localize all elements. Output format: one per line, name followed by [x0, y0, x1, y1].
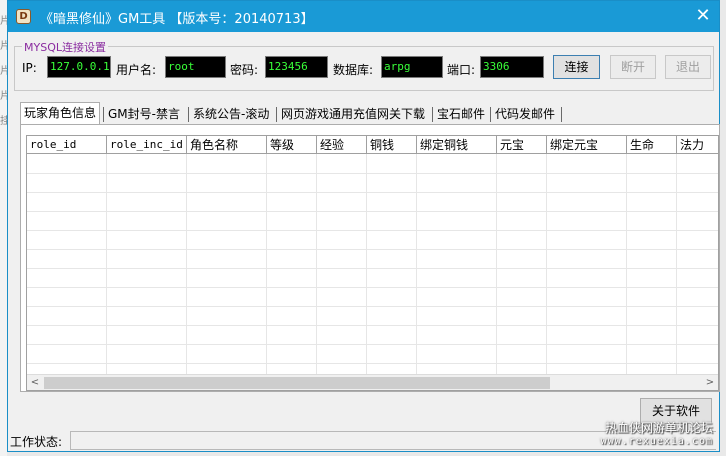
column-header[interactable]: 绑定铜钱	[417, 136, 497, 154]
grid-header: role_id role_inc_id 角色名称 等级 经验 铜钱 绑定铜钱 元…	[27, 136, 718, 154]
grid-column-line	[676, 154, 677, 374]
tab-separator	[561, 107, 562, 122]
column-header[interactable]: 绑定元宝	[547, 136, 627, 154]
grid-column-line	[416, 154, 417, 374]
disconnect-button[interactable]: 断开	[610, 55, 656, 79]
grid-column-line	[316, 154, 317, 374]
column-header[interactable]: 角色名称	[187, 136, 267, 154]
grid-column-line	[266, 154, 267, 374]
role-data-grid[interactable]: role_id role_inc_id 角色名称 等级 经验 铜钱 绑定铜钱 元…	[26, 135, 719, 391]
port-input[interactable]: 3306	[480, 56, 544, 78]
grid-row-line	[27, 192, 718, 193]
port-label: 端口:	[447, 63, 476, 77]
grid-column-line	[366, 154, 367, 374]
connect-button[interactable]: 连接	[553, 55, 600, 79]
grid-row-line	[27, 325, 718, 326]
password-input[interactable]: 123456	[265, 56, 328, 78]
grid-row-line	[27, 211, 718, 212]
grid-column-line	[546, 154, 547, 374]
grid-row-line	[27, 249, 718, 250]
grid-row-line	[27, 287, 718, 288]
gm-tool-window: D 《暗黑修仙》GM工具 【版本号：20140713】 ✕ MYSQL连接设置 …	[7, 0, 720, 452]
app-icon: D	[16, 9, 31, 24]
tab-separator	[188, 107, 189, 122]
grid-row-line	[27, 306, 718, 307]
watermark-text: 热血侠网游单机论坛	[604, 421, 713, 435]
background-desktop-strip: 片 片 片 片 挂	[0, 0, 10, 456]
column-header[interactable]: 铜钱	[367, 136, 417, 154]
tab-code-send-mail[interactable]: 代码发邮件	[492, 104, 558, 124]
horizontal-scrollbar[interactable]: < >	[27, 374, 718, 390]
column-header[interactable]: role_inc_id	[107, 136, 187, 154]
username-input[interactable]: root	[165, 56, 226, 78]
scrollbar-thumb[interactable]	[44, 377, 550, 389]
grid-column-line	[186, 154, 187, 374]
column-header[interactable]: role_id	[27, 136, 107, 154]
tab-separator	[432, 107, 433, 122]
grid-row-line	[27, 230, 718, 231]
title-bar[interactable]: D 《暗黑修仙》GM工具 【版本号：20140713】 ✕	[8, 1, 719, 32]
grid-row-line	[27, 363, 718, 364]
mysql-settings-title: MYSQL连接设置	[22, 39, 108, 55]
close-button[interactable]: ✕	[687, 1, 719, 32]
grid-row-line	[27, 268, 718, 269]
grid-column-line	[626, 154, 627, 374]
tab-recharge-gateway-download[interactable]: 网页游戏通用充值网关下载	[278, 104, 428, 124]
grid-row-line	[27, 173, 718, 174]
column-header[interactable]: 等级	[267, 136, 317, 154]
tab-player-role-info[interactable]: 玩家角色信息	[20, 102, 101, 124]
tab-gm-ban-mute[interactable]: GM封号-禁言	[105, 104, 183, 124]
grid-column-line	[106, 154, 107, 374]
password-label: 密码:	[230, 63, 259, 77]
column-header[interactable]: 法力	[677, 136, 718, 154]
ip-label: IP:	[22, 61, 37, 75]
watermark-url: www.rexuexia.com	[600, 436, 713, 447]
ip-input[interactable]: 127.0.0.1	[47, 56, 111, 78]
column-header[interactable]: 生命	[627, 136, 677, 154]
tab-panel-player-role-info: role_id role_inc_id 角色名称 等级 经验 铜钱 绑定铜钱 元…	[20, 124, 720, 392]
scroll-left-arrow-icon[interactable]: <	[27, 375, 43, 390]
column-header[interactable]: 元宝	[497, 136, 547, 154]
column-header[interactable]: 经验	[317, 136, 367, 154]
database-input[interactable]: arpg	[381, 56, 443, 78]
tab-separator	[490, 107, 491, 122]
tab-separator	[276, 107, 277, 122]
window-title: 《暗黑修仙》GM工具 【版本号：20140713】	[40, 12, 314, 27]
database-label: 数据库:	[333, 63, 374, 77]
tab-system-announcement[interactable]: 系统公告-滚动	[190, 104, 272, 124]
site-watermark: 热血侠网游单机论坛 www.rexuexia.com	[601, 421, 713, 449]
scroll-right-arrow-icon[interactable]: >	[702, 375, 718, 390]
exit-button[interactable]: 退出	[665, 55, 711, 79]
tab-gem-mail[interactable]: 宝石邮件	[434, 104, 488, 124]
grid-row-line	[27, 344, 718, 345]
tab-separator	[103, 107, 104, 122]
grid-column-line	[496, 154, 497, 374]
status-label: 工作状态:	[10, 435, 63, 449]
username-label: 用户名:	[116, 63, 157, 77]
